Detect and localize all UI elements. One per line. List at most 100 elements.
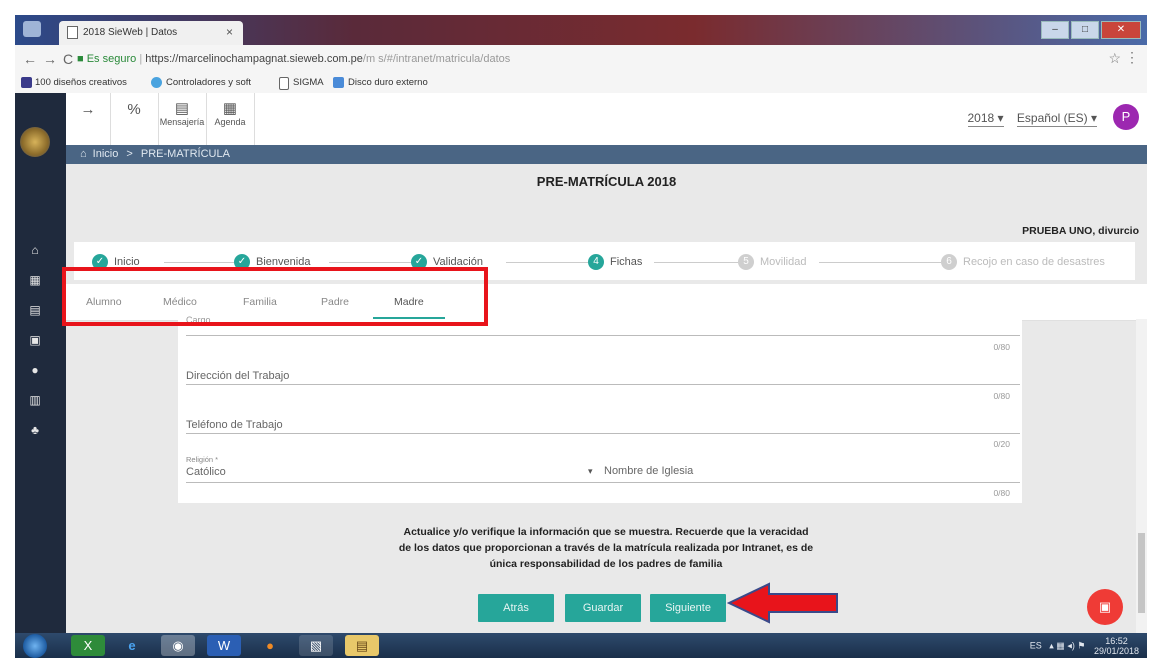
secure-label: Es seguro: [86, 53, 137, 65]
browser-menu-icon[interactable]: ⋮: [1125, 49, 1139, 66]
home-icon[interactable]: ⌂: [27, 243, 43, 257]
agenda-label: Agenda: [214, 117, 246, 127]
avatar[interactable]: P: [1113, 104, 1139, 130]
form-card: Cargo 0/80 Dirección del Trabajo 0/80 Te…: [178, 315, 1022, 503]
iglesia-counter: 0/80: [993, 488, 1010, 498]
tab-title: 2018 SieWeb | Datos: [83, 27, 178, 38]
document-icon: [279, 77, 289, 90]
religion-value: Católico: [186, 466, 226, 478]
excel-icon[interactable]: X: [71, 635, 105, 656]
year-select[interactable]: 2018 ▾: [967, 111, 1004, 127]
book-icon[interactable]: ▥: [27, 393, 43, 407]
header-selectors: 2018 ▾ Español (ES) ▾: [967, 111, 1097, 127]
student-name: PRUEBA UNO, divurcio: [1022, 225, 1139, 237]
message-icon: ▤: [174, 100, 190, 117]
iglesia-field[interactable]: [604, 482, 1020, 483]
breadcrumb-separator: >: [126, 148, 133, 160]
url-path: /m s/#/intranet/matricula/datos: [362, 53, 511, 65]
direccion-counter: 0/80: [993, 391, 1010, 401]
fab-save-icon[interactable]: ▣: [1087, 589, 1123, 625]
step-recojo: 6 Recojo en caso de desastres: [941, 254, 1105, 270]
school-logo: [20, 127, 50, 157]
forward-arrow-icon[interactable]: →: [43, 51, 63, 67]
ie-icon[interactable]: e: [115, 635, 149, 656]
step-number: 5: [738, 254, 754, 270]
home-icon[interactable]: ⌂: [80, 148, 87, 160]
step-connector: [506, 262, 588, 263]
users-icon[interactable]: ♣: [27, 423, 43, 437]
annotation-arrow: [727, 582, 838, 624]
folder-icon[interactable]: ▤: [345, 635, 379, 656]
document-icon: [67, 26, 78, 39]
volume-icon[interactable]: ◂): [1067, 640, 1075, 650]
url-field[interactable]: ■ Es seguro | https://marcelinochampagna…: [77, 50, 1057, 68]
main-content: PRE-MATRÍCULA 2018 PRUEBA UNO, divurcio …: [66, 164, 1147, 633]
religion-select[interactable]: [186, 482, 606, 483]
back-button[interactable]: Atrás: [478, 594, 554, 622]
maximize-icon[interactable]: □: [1071, 21, 1099, 39]
arrow-right-icon: →: [80, 101, 96, 118]
agenda-icon: ▦: [222, 100, 238, 117]
bookmark-icon: [333, 77, 344, 88]
telefono-counter: 0/20: [993, 439, 1010, 449]
step-fichas: 4 Fichas: [588, 254, 642, 270]
back-arrow-icon[interactable]: ←: [23, 51, 43, 67]
bookmark-star-icon[interactable]: ☆: [1108, 50, 1121, 67]
app-icon[interactable]: ▧: [299, 635, 333, 656]
bookmark-item[interactable]: Controladores y soft: [166, 77, 251, 88]
bookmark-item[interactable]: Disco duro externo: [348, 77, 428, 88]
flag-icon[interactable]: ⚑: [1077, 640, 1085, 650]
browser-tab[interactable]: 2018 SieWeb | Datos ×: [59, 21, 243, 45]
step-number: 6: [941, 254, 957, 270]
breadcrumb-home[interactable]: Inicio: [93, 148, 119, 160]
notice-line: única responsabilidad de los padres de f…: [489, 558, 723, 570]
cargo-field[interactable]: [186, 335, 1020, 336]
app-header: → % ▤ Mensajería ▦ Agenda 2018 ▾ Español (…: [66, 93, 1147, 146]
next-button[interactable]: Siguiente: [650, 594, 726, 622]
word-icon[interactable]: W: [207, 635, 241, 656]
calendar-icon[interactable]: ▦: [27, 273, 43, 287]
tab-close-icon[interactable]: ×: [226, 25, 233, 39]
telefono-label: Teléfono de Trabajo: [186, 419, 283, 431]
minimize-icon[interactable]: –: [1041, 21, 1069, 39]
clock[interactable]: 16:52 29/01/2018: [1094, 636, 1139, 656]
taskbar: X e ◉ W ● ▧ ▤ ES ▴ ▦ ◂) ⚑ 16:52 29/01/201…: [15, 633, 1147, 658]
language-select[interactable]: Español (ES) ▾: [1016, 111, 1097, 127]
step-connector: [819, 262, 941, 263]
step-movilidad: 5 Movilidad: [738, 254, 806, 270]
link-icon: %: [127, 101, 141, 118]
caret-down-icon: ▾: [1090, 111, 1097, 125]
firefox-icon[interactable]: ●: [253, 635, 287, 656]
printer-icon[interactable]: ▤: [27, 303, 43, 317]
telefono-field[interactable]: [186, 433, 1020, 434]
cargo-counter: 0/80: [993, 342, 1010, 352]
close-window-icon[interactable]: ✕: [1101, 21, 1141, 39]
scrollbar-thumb[interactable]: [1138, 533, 1145, 613]
browser-titlebar: 2018 SieWeb | Datos × – □ ✕: [15, 15, 1147, 45]
start-button[interactable]: [23, 634, 47, 658]
bookmark-item[interactable]: SIGMA: [293, 77, 324, 88]
network-icon[interactable]: ▦: [1056, 640, 1065, 650]
links-button[interactable]: %: [110, 93, 159, 145]
page-title: PRE-MATRÍCULA 2018: [536, 174, 677, 189]
clock-date: 29/01/2018: [1093, 646, 1139, 656]
agenda-button[interactable]: ▦ Agenda: [206, 93, 255, 145]
tray-arrow-icon[interactable]: ▴: [1049, 640, 1054, 650]
direccion-field[interactable]: [186, 384, 1020, 385]
mensajeria-button[interactable]: ▤ Mensajería: [158, 93, 207, 145]
notice-line: de los datos que proporcionan a través d…: [398, 542, 814, 554]
chrome-icon[interactable]: ◉: [161, 635, 195, 656]
toggle-button[interactable]: →: [66, 93, 111, 145]
bookmark-item[interactable]: 100 diseños creativos: [35, 77, 127, 88]
annotation-highlight-box: [62, 267, 488, 326]
iglesia-label: Nombre de Iglesia: [604, 465, 694, 477]
id-card-icon[interactable]: ▣: [27, 333, 43, 347]
save-button[interactable]: Guardar: [565, 594, 641, 622]
user-icon[interactable]: ●: [27, 363, 43, 377]
scrollbar[interactable]: [1136, 319, 1147, 633]
caret-down-icon: ▾: [997, 111, 1004, 125]
language-indicator[interactable]: ES: [1030, 640, 1042, 650]
bookmark-icon: [21, 77, 32, 88]
step-connector: [164, 262, 234, 263]
notice-text: Actualice y/o verifique la información q…: [326, 524, 886, 572]
